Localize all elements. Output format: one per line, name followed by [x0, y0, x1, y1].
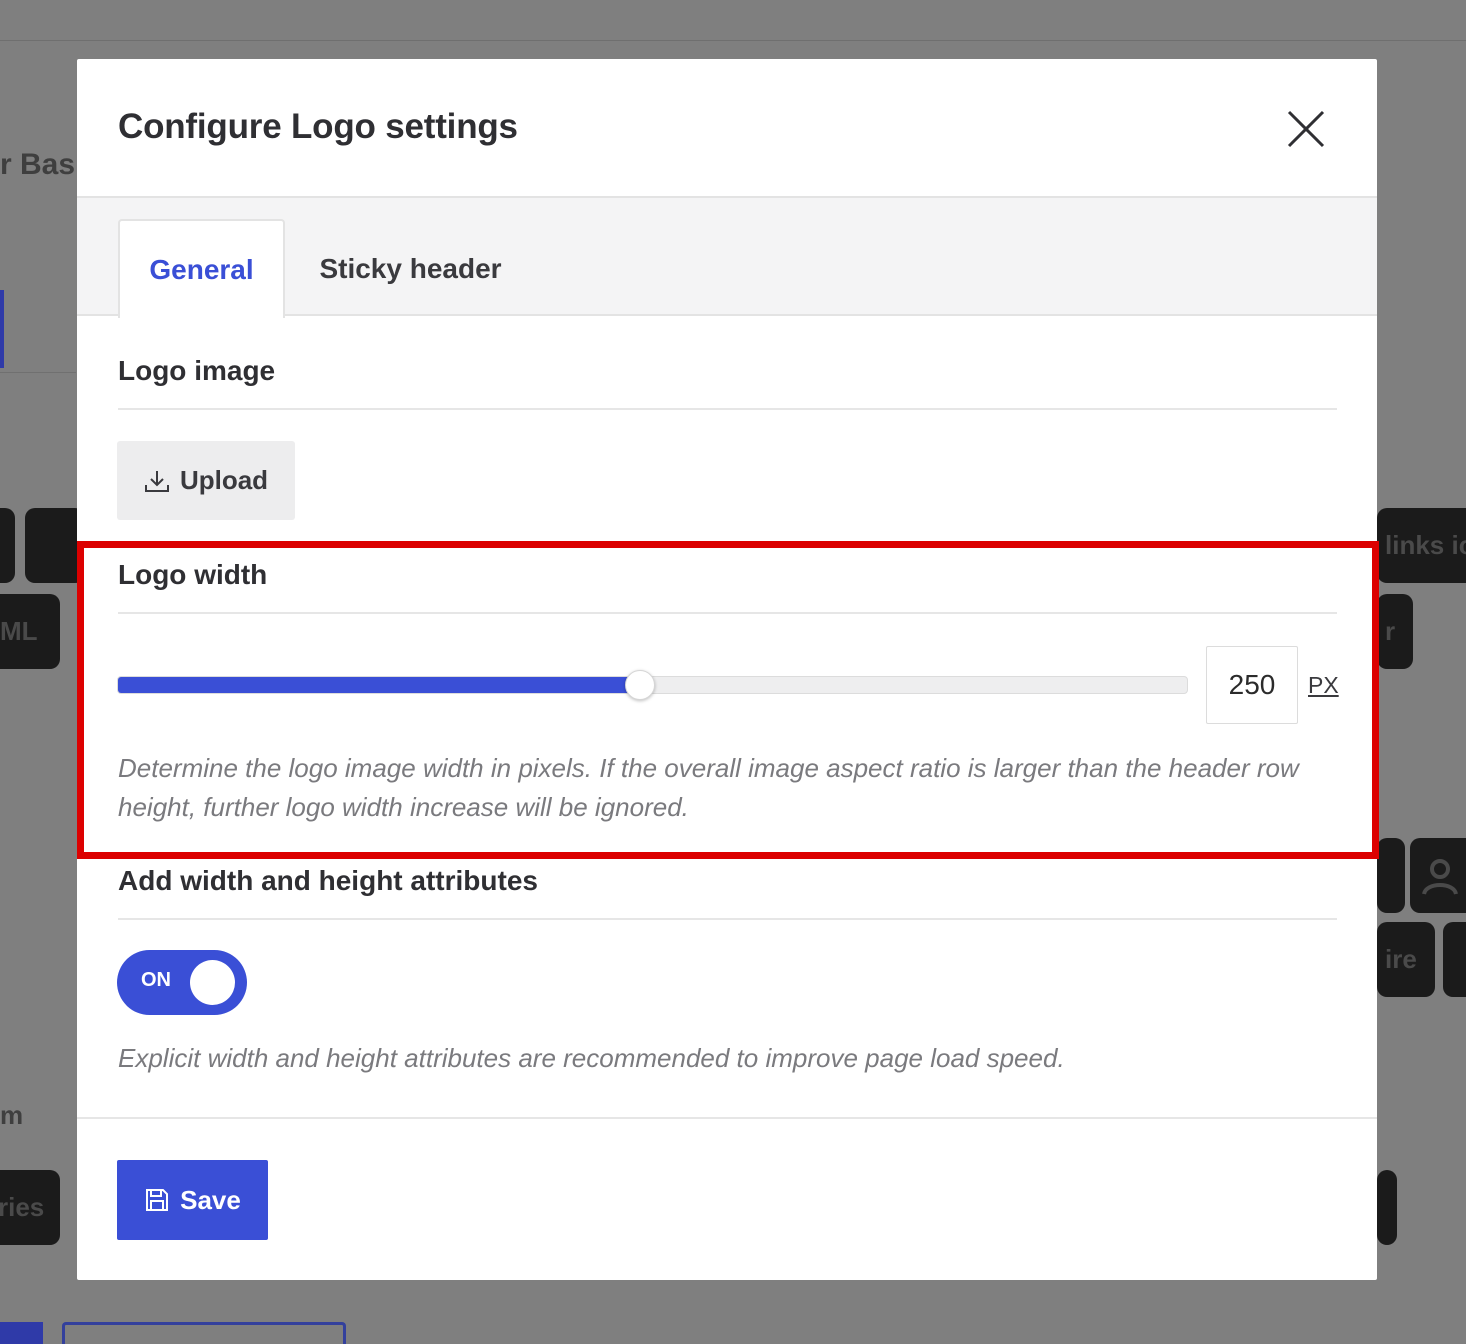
modal-header: Configure Logo settings [77, 59, 1377, 198]
background-button: ire [1377, 922, 1435, 997]
slider-fill [118, 677, 640, 693]
background-divider [0, 372, 76, 373]
attributes-toggle[interactable]: ON [117, 950, 247, 1015]
user-icon [1422, 859, 1458, 895]
toggle-label: ON [141, 969, 171, 991]
tab-label: General [149, 253, 254, 285]
logo-width-slider[interactable] [117, 670, 1188, 700]
tab-sticky-header[interactable]: Sticky header [297, 219, 524, 318]
upload-button[interactable]: Upload [117, 441, 295, 520]
close-icon[interactable] [1285, 108, 1327, 150]
unit-selector[interactable]: PX [1308, 672, 1339, 699]
background-accent [0, 1322, 43, 1344]
footer-divider [77, 1117, 1377, 1119]
toggle-knob [190, 960, 235, 1005]
slider-thumb[interactable] [624, 670, 655, 700]
attributes-help: Explicit width and height attributes are… [118, 1043, 1065, 1073]
save-label: Save [180, 1184, 241, 1215]
background-button [1410, 838, 1466, 913]
logo-width-input[interactable] [1206, 646, 1298, 724]
background-divider [0, 40, 1466, 41]
background-button [1443, 922, 1466, 997]
background-button [1377, 838, 1405, 913]
upload-label: Upload [179, 465, 269, 495]
background-text: m [0, 1100, 22, 1130]
logo-width-help: Determine the logo image width in pixels… [118, 753, 1299, 822]
background-button: r [1377, 594, 1413, 669]
background-button: ML [0, 594, 60, 669]
tabs-bar: General Sticky header [77, 198, 1377, 318]
background-text: links ic [1385, 530, 1466, 560]
attributes-title: Add width and height attributes [118, 865, 538, 896]
background-tab-outline [62, 1322, 346, 1344]
background-text: r Base [0, 148, 76, 181]
background-text: r [1385, 616, 1396, 646]
background-accent [0, 290, 4, 368]
background-text: ML [0, 616, 38, 646]
background-text: ries [0, 1192, 45, 1222]
logo-image-title: Logo image [118, 355, 276, 386]
section-divider [118, 612, 1337, 614]
background-button [0, 508, 15, 583]
tab-general[interactable]: General [118, 219, 285, 318]
background-text: ire [1385, 944, 1417, 974]
background-button: ries [0, 1170, 60, 1245]
modal-title: Configure Logo settings [118, 107, 518, 146]
logo-settings-modal: Configure Logo settings General Sticky h… [77, 59, 1377, 1280]
section-divider [118, 918, 1337, 920]
tab-label: Sticky header [319, 252, 502, 284]
background-button: links ic [1377, 508, 1466, 583]
download-icon [144, 470, 169, 492]
floppy-disk-icon [146, 1189, 169, 1211]
save-button[interactable]: Save [117, 1160, 268, 1240]
background-button [25, 508, 85, 583]
background-button [1377, 1170, 1397, 1245]
section-divider [118, 408, 1337, 410]
logo-width-title: Logo width [118, 559, 268, 590]
